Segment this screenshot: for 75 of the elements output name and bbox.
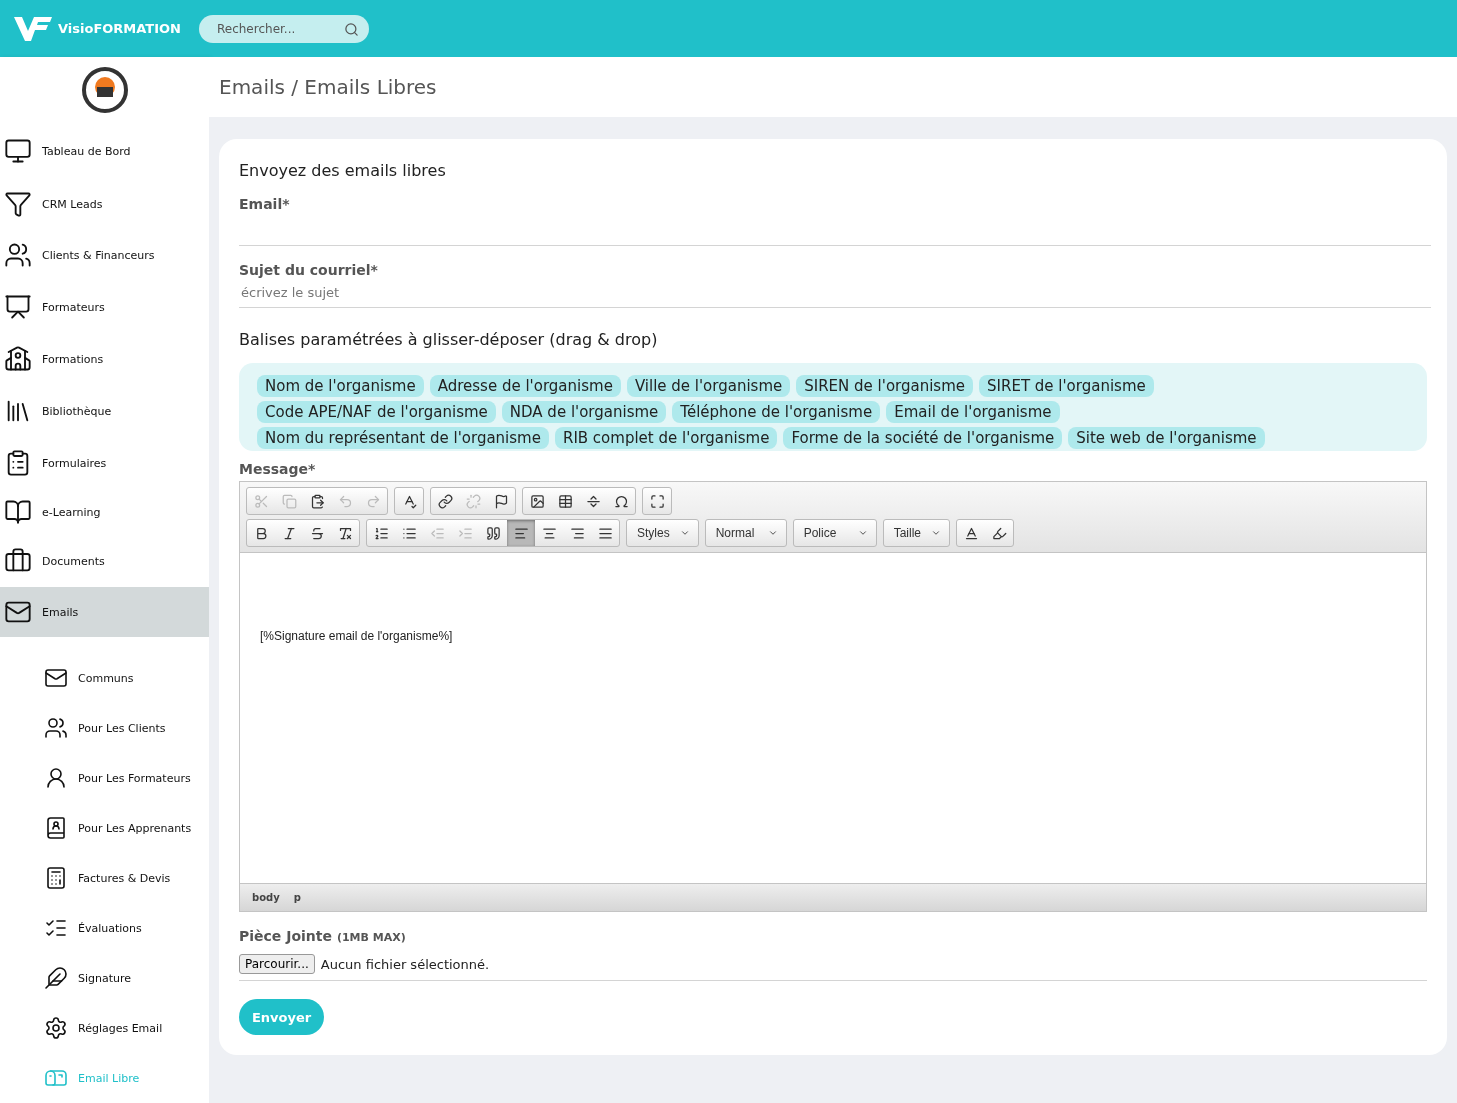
people-icon [4, 241, 32, 269]
format-dropdown[interactable]: Normal [705, 520, 786, 546]
email-label: Email* [239, 196, 291, 212]
format-dropdown[interactable]: Police [793, 520, 876, 546]
sidebar-item[interactable]: Formations [0, 333, 209, 385]
sidebar-item[interactable]: Documents [0, 535, 209, 587]
attachment-label: Pièce Jointe (1MB MAX) [239, 928, 407, 944]
tags-title: Balises paramétrées à glisser-déposer (drag & drop) [239, 330, 659, 349]
form-title: Envoyez des emails libres [239, 161, 447, 180]
sidebar-item[interactable]: Pour Les Apprenants [0, 803, 209, 853]
editor-content[interactable]: [%Signature email de l'organisme%] [240, 553, 1426, 883]
feather-icon [44, 966, 68, 990]
sidebar-item[interactable]: Réglages Email [0, 1003, 209, 1053]
tag-chip[interactable]: RIB complet de l'organisme [554, 427, 778, 449]
sidebar-item[interactable]: Formateurs [0, 281, 209, 333]
sidebar-item[interactable]: Signature [0, 953, 209, 1003]
reader-icon [44, 816, 68, 840]
calculator-icon [44, 866, 68, 890]
align-right-icon [569, 525, 585, 541]
tag-chip[interactable]: Code APE/NAF de l'organisme [257, 401, 496, 423]
caret-icon [931, 528, 942, 538]
align-justify-icon [597, 525, 613, 541]
tag-chip[interactable]: NDA de l'organisme [501, 401, 667, 423]
highlight-icon [991, 525, 1007, 541]
caret-icon [679, 528, 690, 538]
sidebar-item[interactable]: Formulaires [0, 437, 209, 489]
format-dropdown[interactable]: Styles [627, 520, 698, 546]
brand-logo: VisioFORMATION [14, 14, 181, 43]
organisation-logo [81, 67, 128, 113]
sidebar-item[interactable]: Bibliothèque [0, 385, 209, 437]
align-left-icon [513, 525, 529, 541]
tag-chip[interactable]: Nom de l'organisme [257, 375, 424, 397]
sidebar-item[interactable]: Emails [0, 587, 209, 637]
tag-chip[interactable]: Ville de l'organisme [626, 375, 791, 397]
book-icon [4, 498, 32, 526]
tag-chip[interactable]: Téléphone de l'organisme [672, 401, 881, 423]
sidebar-item[interactable]: CRM Leads [0, 179, 209, 229]
breadcrumb: Emails / Emails Libres [209, 57, 1457, 117]
sidebar-item[interactable]: Tableau de Bord [0, 123, 209, 179]
search-field[interactable]: Rechercher... [199, 14, 369, 43]
sidebar-item[interactable]: Factures & Devis [0, 853, 209, 903]
people-icon [44, 716, 68, 740]
logo-icon [14, 14, 54, 43]
tag-chip[interactable]: SIREN de l'organisme [796, 375, 974, 397]
tag-chip[interactable]: SIRET de l'organisme [979, 375, 1154, 397]
path-element[interactable]: p [293, 892, 301, 903]
tag-chip[interactable]: Email de l'organisme [886, 401, 1060, 423]
tag-chip[interactable]: Site web de l'organisme [1068, 427, 1265, 449]
sidebar-item[interactable]: Pour Les Clients [0, 703, 209, 753]
format-dropdown[interactable]: Taille [883, 520, 950, 546]
sidebar-item[interactable]: Évaluations [0, 903, 209, 953]
text-color-icon [963, 525, 979, 541]
sidebar-item[interactable]: Pour Les Formateurs [0, 753, 209, 803]
tag-chip[interactable]: Forme de la société de l'organisme [783, 427, 1063, 449]
search-icon [344, 21, 359, 37]
classroom-icon [4, 345, 32, 373]
monitor-icon [4, 137, 32, 165]
subject-label: Sujet du courriel* [239, 262, 379, 278]
sidebar-item[interactable]: Clients & Financeurs [0, 229, 209, 281]
caret-icon [767, 528, 778, 538]
presentation-icon [4, 293, 32, 321]
file-status: Aucun fichier sélectionné. [320, 956, 490, 972]
funnel-icon [4, 190, 32, 218]
envelope-icon [44, 666, 68, 690]
caret-icon [857, 528, 868, 538]
gear-icon [44, 1016, 68, 1040]
tag-chip[interactable]: Adresse de l'organisme [429, 375, 621, 397]
sidebar-item[interactable]: Communs [0, 653, 209, 703]
sidebar-item[interactable]: e-Learning [0, 489, 209, 535]
tag-chip[interactable]: Nom du représentant de l'organisme [257, 427, 549, 449]
message-label: Message* [239, 461, 317, 477]
person-icon [44, 766, 68, 790]
align-center-icon [541, 525, 557, 541]
path-element[interactable]: body [252, 892, 280, 903]
browse-button[interactable]: Parcourir... [239, 954, 315, 974]
